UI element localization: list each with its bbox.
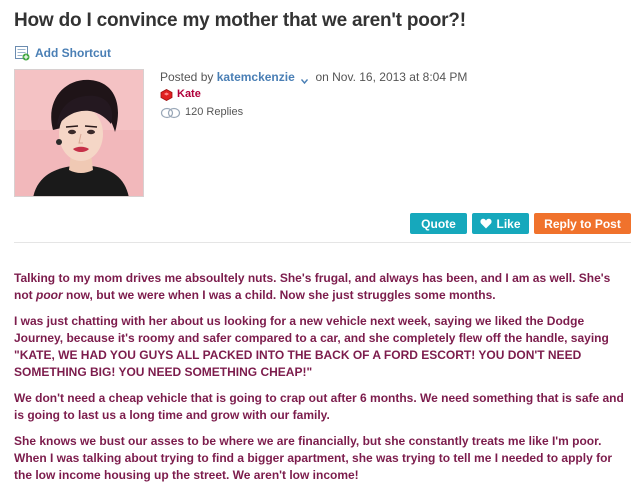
replies-info: 120 Replies bbox=[160, 106, 467, 119]
post-paragraph-2: I was just chatting with her about us lo… bbox=[14, 314, 609, 379]
post-meta: Posted by katemckenzie on Nov. 16, 2013 … bbox=[160, 70, 467, 119]
reply-button-label: Reply to Post bbox=[544, 216, 621, 231]
author-link[interactable]: katemckenzie bbox=[217, 70, 295, 84]
divider bbox=[14, 242, 631, 243]
like-button[interactable]: Like bbox=[472, 213, 529, 234]
posted-by-prefix: Posted by bbox=[160, 70, 214, 84]
heart-icon bbox=[480, 218, 493, 229]
post-paragraph-1: Talking to my mom drives me absoultely n… bbox=[14, 270, 626, 304]
post-paragraph-4: She knows we bust our asses to be where … bbox=[14, 434, 613, 482]
thread-title: How do I convince my mother that we aren… bbox=[14, 10, 466, 31]
reply-to-post-button[interactable]: Reply to Post bbox=[534, 213, 631, 234]
posted-by-line: Posted by katemckenzie on Nov. 16, 2013 … bbox=[160, 70, 467, 84]
add-shortcut-link[interactable]: Add Shortcut bbox=[14, 45, 111, 61]
red-badge-icon bbox=[160, 88, 173, 101]
post-paragraph-3: We don't need a cheap vehicle that is go… bbox=[14, 391, 624, 422]
replies-icon bbox=[160, 106, 182, 119]
avatar-photo bbox=[15, 70, 143, 196]
author-badge: Kate bbox=[160, 88, 467, 101]
paragraph-1-end: now, but we were when I was a child. Now… bbox=[62, 288, 496, 302]
quote-button-label: Quote bbox=[421, 216, 456, 231]
quote-button[interactable]: Quote bbox=[410, 213, 467, 234]
post-body: Talking to my mom drives me absoultely n… bbox=[14, 270, 626, 493]
chevron-down-icon[interactable] bbox=[301, 74, 309, 84]
badge-name: Kate bbox=[177, 88, 201, 100]
like-button-label: Like bbox=[496, 216, 521, 231]
emphasis-poor: poor bbox=[36, 288, 63, 302]
add-shortcut-icon bbox=[14, 45, 30, 61]
post-actions: Quote Like Reply to Post bbox=[410, 213, 631, 234]
post-page: How do I convince my mother that we aren… bbox=[0, 0, 640, 500]
post-date: on Nov. 16, 2013 at 8:04 PM bbox=[315, 70, 468, 84]
replies-count: 120 Replies bbox=[185, 106, 244, 118]
add-shortcut-label: Add Shortcut bbox=[35, 46, 111, 60]
author-avatar[interactable] bbox=[14, 69, 144, 197]
